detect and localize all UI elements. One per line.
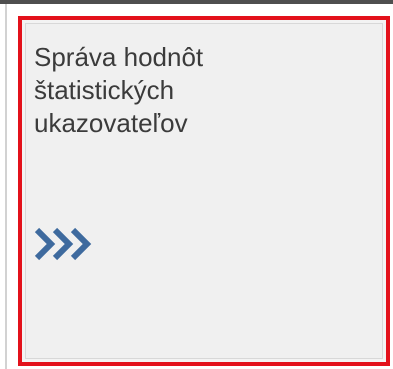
top-divider bbox=[0, 0, 393, 4]
tile-title-line: štatistických bbox=[34, 75, 175, 105]
page: Správa hodnôt štatistických ukazovateľov bbox=[0, 0, 393, 369]
triple-chevron-right-icon bbox=[34, 227, 92, 261]
tile-title: Správa hodnôt štatistických ukazovateľov bbox=[34, 41, 334, 140]
left-divider bbox=[5, 4, 7, 369]
tile-title-line: Správa hodnôt bbox=[34, 42, 204, 72]
tile-title-line: ukazovateľov bbox=[34, 108, 188, 138]
